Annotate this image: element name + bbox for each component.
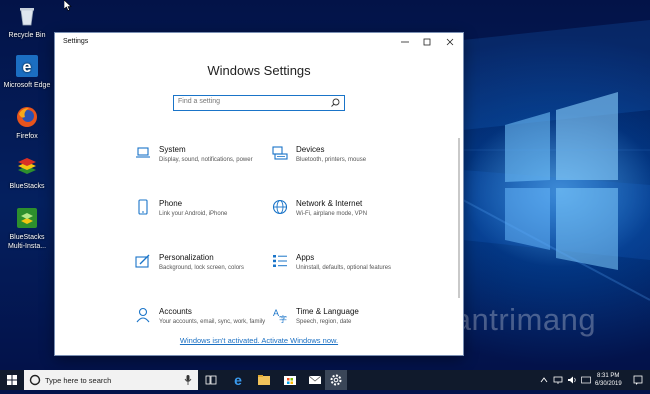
desktop-icon-label: Recycle Bin (8, 32, 46, 39)
window-title: Settings (63, 38, 89, 45)
category-name: Phone (159, 199, 183, 208)
category-name: System (159, 145, 186, 154)
laptop-icon (136, 147, 150, 158)
category-description: Your accounts, email, sync, work, family (159, 319, 266, 325)
store-icon (284, 376, 296, 385)
category-name: Devices (296, 145, 325, 154)
taskbar-search-placeholder: Type here to search (45, 376, 112, 385)
taskbar-store[interactable] (279, 370, 301, 390)
desktop-icon-label: BlueStacks (9, 183, 45, 190)
desktop-icon-firefox[interactable]: Firefox (2, 106, 52, 141)
clock-time[interactable]: 8:31 PM (597, 373, 619, 379)
time-language-icon: A 字 (273, 308, 287, 323)
edge-icon: e (234, 372, 242, 388)
settings-gear-icon (330, 374, 342, 386)
category-apps[interactable]: Apps Uninstall, defaults, optional featu… (272, 253, 412, 289)
category-name: Apps (296, 253, 315, 262)
svg-text:字: 字 (279, 314, 287, 323)
category-description: Speech, region, date (296, 319, 352, 325)
start-button[interactable] (0, 370, 24, 390)
mouse-cursor-icon (64, 0, 72, 11)
svg-text:e: e (23, 59, 32, 76)
language-icon[interactable] (581, 375, 591, 385)
category-name: Time & Language (296, 307, 359, 316)
keyboard-icon (272, 146, 288, 160)
apps-list-icon (273, 255, 287, 267)
file-explorer-icon (258, 375, 270, 385)
category-name: Network & Internet (296, 199, 363, 208)
close-icon (446, 38, 454, 46)
cortana-circle-icon (29, 374, 41, 386)
category-description: Bluetooth, printers, mouse (296, 157, 367, 163)
task-view-button[interactable] (200, 370, 222, 390)
desktop-icon-label: Firefox (16, 133, 38, 140)
settings-window: Settings Windows Settings Find a setting… (55, 33, 463, 355)
desktop-icon-label: BlueStacks Multi-Insta... (7, 234, 47, 250)
desktop-icon-bluestacks-multi[interactable]: BlueStacks Multi-Insta... (2, 207, 52, 251)
close-button[interactable] (440, 33, 460, 51)
firefox-icon (17, 107, 37, 127)
microphone-icon (184, 375, 192, 385)
taskbar-search-input[interactable]: Type here to search (24, 370, 198, 390)
task-view-icon (205, 375, 217, 385)
desktop-icon-label: Microsoft Edge (3, 82, 51, 89)
category-description: Display, sound, notifications, power (159, 157, 253, 163)
windows-logo-icon (7, 375, 17, 385)
category-personalization[interactable]: Personalization Background, lock screen,… (135, 253, 275, 289)
category-name: Accounts (159, 307, 192, 316)
category-phone[interactable]: Phone Link your Android, iPhone (135, 199, 275, 235)
search-placeholder: Find a setting (178, 98, 221, 105)
activate-windows-link[interactable]: Windows isn't activated. Activate Window… (55, 336, 463, 345)
recycle-bin-icon (20, 8, 34, 26)
bluestacks-icon (18, 158, 36, 174)
volume-icon[interactable] (567, 375, 577, 385)
clock-date[interactable]: 6/30/2019 (595, 381, 622, 387)
category-description: Background, lock screen, colors (159, 265, 245, 271)
mail-icon (308, 375, 322, 384)
taskbar-file-explorer[interactable] (253, 370, 275, 390)
desktop-icon-edge[interactable]: e Microsoft Edge (2, 55, 52, 90)
taskbar-edge[interactable]: e (227, 370, 249, 390)
notifications-icon[interactable] (633, 375, 643, 385)
taskbar: Type here to search e 8:31 PM 6/30/2019 (0, 370, 650, 390)
category-description: Uninstall, defaults, optional features (296, 265, 392, 271)
category-description: Wi-Fi, airplane mode, VPN (296, 211, 368, 217)
svg-text:e: e (234, 372, 242, 388)
paint-icon (135, 254, 150, 268)
minimize-icon (401, 41, 409, 43)
edge-icon: e (16, 55, 38, 77)
search-icon (331, 98, 340, 107)
category-name: Personalization (159, 253, 214, 262)
bluestacks-multi-icon (17, 208, 37, 228)
title-bar[interactable]: Settings (55, 33, 463, 51)
phone-icon (138, 199, 148, 215)
category-network-internet[interactable]: Network & Internet Wi-Fi, airplane mode,… (272, 199, 412, 235)
category-devices[interactable]: Devices Bluetooth, printers, mouse (272, 145, 412, 181)
desktop-icon-recycle-bin[interactable]: Recycle Bin (2, 5, 52, 40)
page-title: Windows Settings (207, 63, 311, 78)
category-description: Link your Android, iPhone (159, 211, 228, 217)
maximize-icon (423, 38, 431, 46)
scrollbar[interactable] (458, 138, 460, 298)
taskbar-settings[interactable] (325, 370, 347, 390)
minimize-button[interactable] (395, 33, 415, 51)
person-icon (136, 307, 150, 323)
network-icon[interactable] (553, 375, 563, 385)
maximize-button[interactable] (417, 33, 437, 51)
globe-icon (272, 199, 288, 215)
show-hidden-icons-icon[interactable] (540, 376, 548, 384)
taskbar-mail[interactable] (304, 370, 326, 390)
category-system[interactable]: System Display, sound, notifications, po… (135, 145, 275, 181)
settings-search-input[interactable]: Find a setting (173, 95, 345, 111)
desktop-icon-bluestacks[interactable]: BlueStacks (2, 156, 52, 191)
